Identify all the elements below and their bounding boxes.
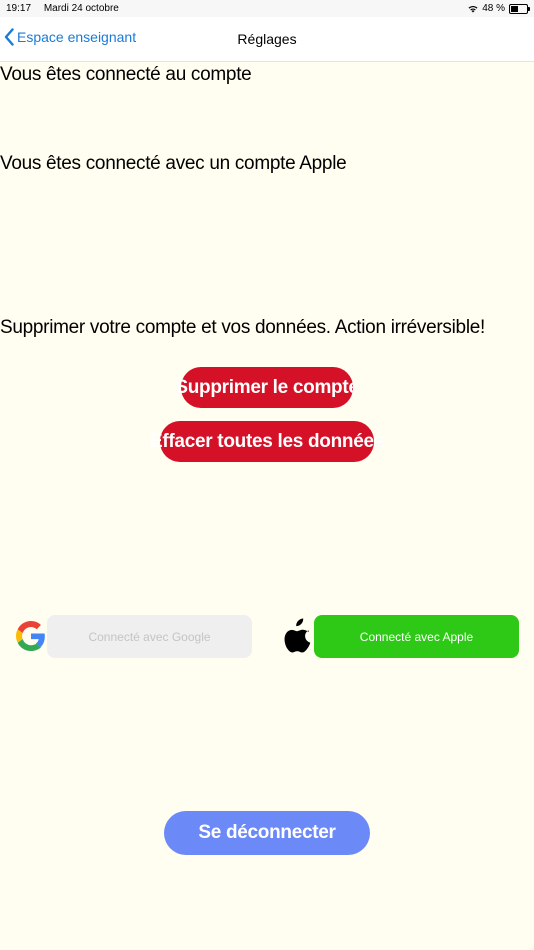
navigation-bar: Espace enseignant Réglages [0,17,534,62]
apple-account-text: Vous êtes connecté avec un compte Apple [0,153,347,174]
google-icon [16,621,45,651]
page-title: Réglages [237,31,297,47]
wifi-icon [468,5,478,12]
status-left: 19:17 Mardi 24 octobre [6,0,129,17]
status-date: Mardi 24 octobre [43,3,119,14]
battery-percent: 48 % [482,3,505,14]
google-status-label: Connecté avec Google [88,629,211,644]
status-bar: 19:17 Mardi 24 octobre 48 % [0,0,534,17]
erase-data-button[interactable]: Effacer toutes les données [150,421,384,462]
google-status-field: Connecté avec Google [47,615,252,658]
apple-status-field: Connecté avec Apple [314,615,519,658]
delete-account-button[interactable]: Supprimer le compte [175,367,359,408]
battery-icon [509,3,530,14]
status-time: 19:17 [6,3,32,14]
apple-status-label: Connecté avec Apple [359,629,474,644]
logout-button[interactable]: Se déconnecter [164,811,370,855]
status-right: 48 % [468,0,530,17]
delete-warning-text: Supprimer votre compte et vos données. A… [0,317,485,338]
battery-fill [511,5,519,12]
connected-account-text: Vous êtes connecté au compte [0,64,252,85]
apple-logo-icon [284,618,311,653]
